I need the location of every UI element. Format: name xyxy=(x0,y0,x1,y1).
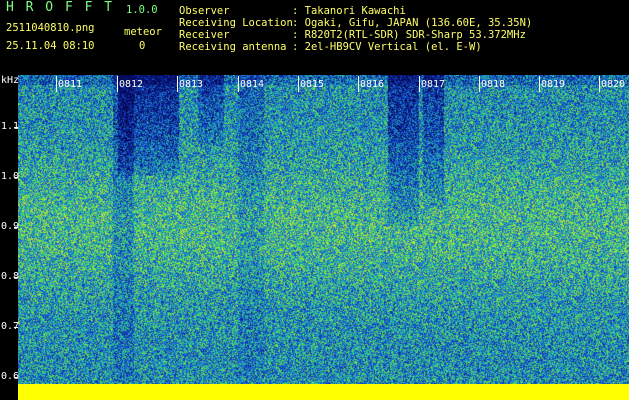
x-tick-mark xyxy=(56,76,57,92)
header-panel: H R O F F T 1.0.0 2511040810.png meteor … xyxy=(0,0,629,75)
x-tick-mark xyxy=(419,76,420,92)
x-tick-label: 0812 xyxy=(119,79,144,90)
x-tick-mark xyxy=(117,76,118,92)
y-tick-mark xyxy=(14,227,18,228)
y-tick-mark xyxy=(14,377,18,378)
x-tick-label: 0813 xyxy=(179,79,204,90)
datetime: 25.11.04 08:10 xyxy=(6,40,95,52)
x-tick-mark xyxy=(599,76,600,92)
y-tick-mark xyxy=(14,277,18,278)
y-tick-mark xyxy=(14,127,18,128)
info-label-location: Receiving Location xyxy=(179,17,293,29)
x-tick-mark xyxy=(238,76,239,92)
app-name: H R O F F T xyxy=(6,0,115,15)
y-tick-mark xyxy=(14,327,18,328)
info-value-location: : Ogaki, Gifu, JAPAN (136.60E, 35.35N) xyxy=(292,17,533,29)
info-label-antenna: Receiving antenna xyxy=(179,41,287,53)
x-tick-label: 0817 xyxy=(421,79,446,90)
y-tick-mark xyxy=(14,177,18,178)
x-tick-mark xyxy=(177,76,178,92)
x-tick-label: 0819 xyxy=(541,79,566,90)
info-value-observer: : Takanori Kawachi xyxy=(292,5,406,17)
noise-floor-band xyxy=(18,384,629,400)
x-tick-label: 0818 xyxy=(481,79,506,90)
x-tick-label: 0820 xyxy=(601,79,626,90)
x-tick-mark xyxy=(479,76,480,92)
x-tick-label: 0815 xyxy=(300,79,325,90)
app-version: 1.0.0 xyxy=(126,4,158,16)
filename: 2511040810.png xyxy=(6,22,95,34)
x-tick-mark xyxy=(298,76,299,92)
meteor-label: meteor xyxy=(124,26,162,38)
info-value-receiver: : R820T2(RTL-SDR) SDR-Sharp 53.372MHz xyxy=(292,29,526,41)
x-tick-label: 0811 xyxy=(58,79,83,90)
x-tick-mark xyxy=(358,76,359,92)
info-value-antenna: : 2el-HB9CV Vertical (el. E-W) xyxy=(292,41,482,53)
spectrogram-canvas xyxy=(18,75,629,400)
meteor-count: 0 xyxy=(139,40,146,52)
x-tick-label: 0814 xyxy=(240,79,265,90)
x-tick-mark xyxy=(539,76,540,92)
info-label-observer: Observer xyxy=(179,5,230,17)
y-unit-label: kHz xyxy=(1,75,20,86)
x-tick-label: 0816 xyxy=(360,79,385,90)
info-label-receiver: Receiver xyxy=(179,29,230,41)
